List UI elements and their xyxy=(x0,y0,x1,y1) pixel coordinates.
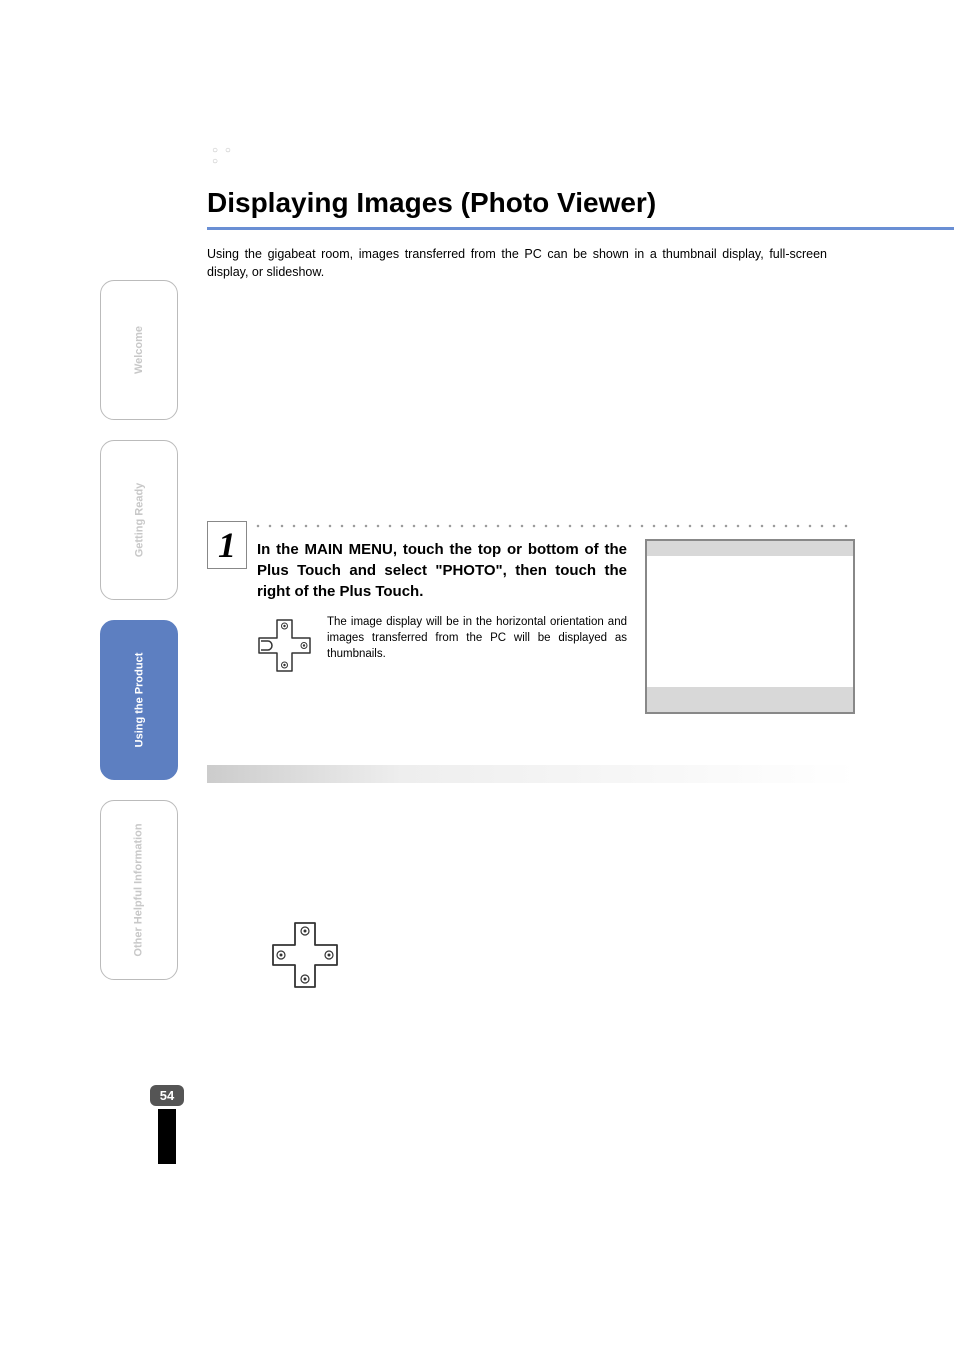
device-screen-bottom-bar xyxy=(647,687,853,712)
page-number: 54 xyxy=(150,1085,184,1106)
gradient-divider xyxy=(207,765,857,783)
section-title: Displaying Images (Photo Viewer) xyxy=(207,155,954,219)
page-number-container: 54 xyxy=(150,1085,184,1164)
title-decoration-icon: ○ ○○ xyxy=(212,145,233,167)
content-area: ○ ○○ Displaying Images (Photo Viewer) Us… xyxy=(207,155,954,714)
step-number-box: 1 xyxy=(207,521,247,569)
dotted-separator xyxy=(252,521,852,531)
plus-touch-dpad-icon xyxy=(257,618,312,678)
page-container: Welcome Getting Ready Using the Product … xyxy=(0,0,954,1351)
sidebar-tab-label: Using the Product xyxy=(133,653,145,748)
step-heading: In the MAIN MENU, touch the top or botto… xyxy=(257,539,627,602)
sidebar-tab-other-info[interactable]: Other Helpful Information xyxy=(100,800,178,980)
intro-paragraph: Using the gigabeat room, images transfer… xyxy=(207,245,827,281)
step-number: 1 xyxy=(218,524,236,566)
step-1-section: 1 In the MAIN MENU, touch the top or bot… xyxy=(207,521,954,714)
step-detail-row: The image display will be in the horizon… xyxy=(257,614,627,678)
device-screen-illustration xyxy=(645,539,855,714)
step-detail-text: The image display will be in the horizon… xyxy=(327,614,627,662)
sidebar-tab-using-product[interactable]: Using the Product xyxy=(100,620,178,780)
sidebar-tab-welcome[interactable]: Welcome xyxy=(100,280,178,420)
device-screen-top-bar xyxy=(647,541,853,556)
sidebar-tab-label: Other Helpful Information xyxy=(133,823,145,956)
sidebar-tab-label: Welcome xyxy=(133,326,145,374)
sidebar-tab-label: Getting Ready xyxy=(133,483,145,558)
title-bar: ○ ○○ Displaying Images (Photo Viewer) xyxy=(207,155,954,230)
plus-touch-dpad-icon xyxy=(270,920,340,995)
step-body: In the MAIN MENU, touch the top or botto… xyxy=(257,539,954,714)
page-number-bar xyxy=(158,1109,176,1164)
sidebar-tab-getting-ready[interactable]: Getting Ready xyxy=(100,440,178,600)
side-navigation-tabs: Welcome Getting Ready Using the Product … xyxy=(100,280,178,1000)
step-text-column: In the MAIN MENU, touch the top or botto… xyxy=(257,539,627,714)
